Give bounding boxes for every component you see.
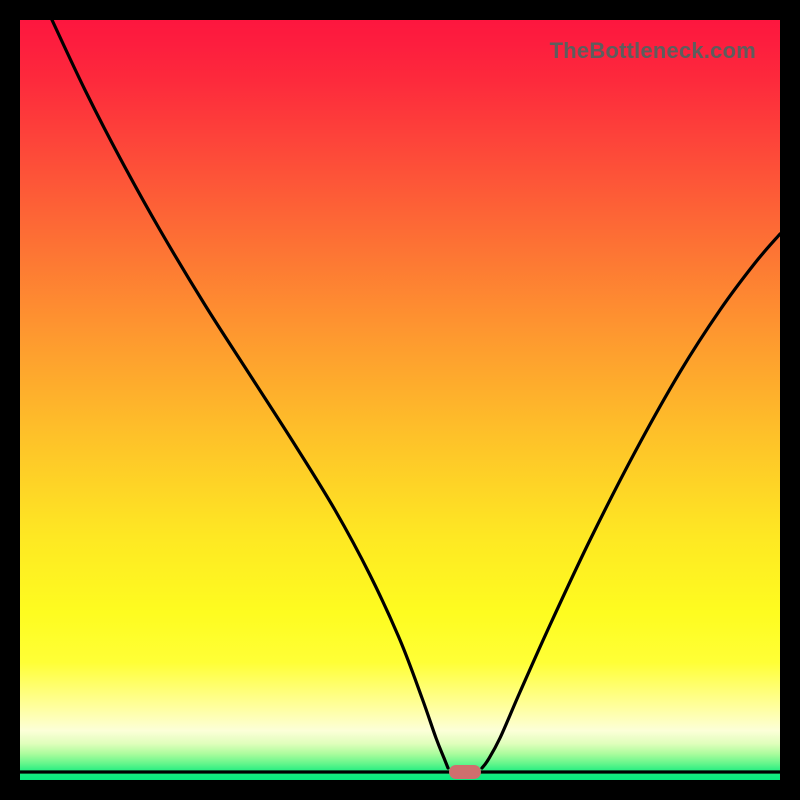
plot-area: TheBottleneck.com xyxy=(20,20,780,780)
minimum-marker xyxy=(449,765,481,779)
curve-right xyxy=(482,234,780,768)
curve-layer xyxy=(20,20,780,780)
chart-frame: TheBottleneck.com xyxy=(0,0,800,800)
curve-left xyxy=(52,20,448,768)
